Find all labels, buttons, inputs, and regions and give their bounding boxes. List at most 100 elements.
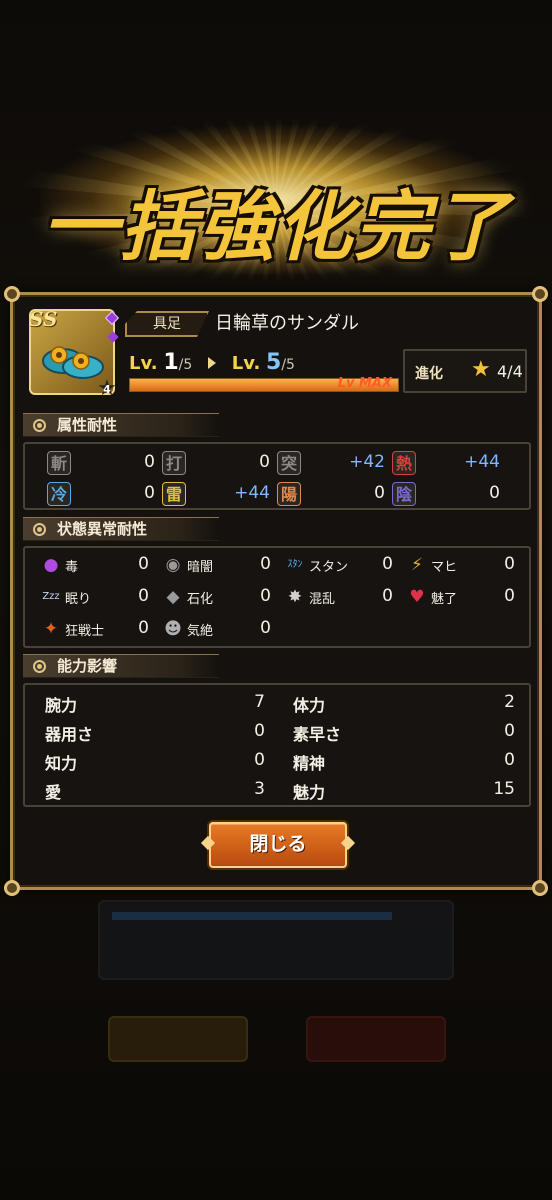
- attribute-resistance-header: 属性耐性: [23, 413, 219, 437]
- status-resistance-box: ● 毒 0 ◉ 暗闇 0 ｽﾀﾝ スタン 0 ⚡ マヒ 0 Zzz 眠り 0 ◆ 石化 0 ✸ 混乱 0 ♥ 魅了 0 ✦ 狂戦士…: [23, 546, 531, 648]
- sandal-icon: [42, 346, 104, 379]
- section-title: 属性耐性: [57, 416, 118, 434]
- ability-row: 知力 0 精神 0: [25, 746, 529, 775]
- attribute-value: 0: [259, 452, 270, 472]
- berserk-icon: ✦: [43, 619, 59, 639]
- evolution-label: 進化: [415, 366, 443, 382]
- status-resistance-cell: ☻ 気絶 0: [161, 616, 271, 642]
- status-value: 0: [138, 586, 149, 606]
- status-value: 0: [260, 554, 271, 574]
- item-icon[interactable]: SS ★ 4: [29, 307, 120, 401]
- section-title: 状態異常耐性: [57, 520, 148, 538]
- ability-value: 0: [254, 721, 265, 741]
- ability-value: 2: [504, 692, 515, 712]
- attribute-icon: 雷: [162, 482, 186, 506]
- attribute-resistance-cell: 熱 +44: [392, 450, 500, 476]
- ability-value: 3: [254, 779, 265, 799]
- poison-icon: ●: [43, 555, 59, 575]
- attribute-resistance-cell: 打0: [162, 450, 270, 476]
- banner-title: 一括強化完了: [42, 182, 510, 271]
- attribute-icon: 斬: [47, 451, 71, 475]
- ability-label: 知力: [45, 754, 78, 773]
- attribute-resistance-cell: 突 +42: [277, 450, 385, 476]
- status-resistance-cell: ｽﾀﾝ スタン 0: [283, 552, 394, 578]
- status-value: 0: [260, 618, 271, 638]
- status-resistance-cell: ⚡ マヒ 0: [405, 552, 515, 578]
- section-bullet-icon: [33, 660, 46, 673]
- section-bullet-icon: [33, 419, 46, 432]
- attribute-icon: 突: [277, 451, 301, 475]
- evolution-box: 進化 ★ 4/4: [403, 349, 527, 393]
- attribute-icon: 打: [162, 451, 186, 475]
- attribute-resistance-box: 斬 0 打 0 突 +42 熱 +44 冷 0 雷 +44 陽 0 陰 0: [23, 442, 531, 510]
- status-resistance-cell: ● 毒 0: [39, 552, 149, 578]
- gem-icon: [107, 331, 119, 343]
- ability-value: 0: [504, 750, 515, 770]
- background-confirm-button: [306, 1016, 446, 1062]
- attribute-resistance-cell: 陰0: [392, 481, 500, 507]
- equipment-type-tag: 具足: [125, 311, 209, 337]
- ability-label: 魅力: [293, 783, 326, 802]
- background-cancel-button: [108, 1016, 248, 1062]
- status-value: 0: [138, 554, 149, 574]
- status-resistance-cell: Zzz 眠り 0: [39, 584, 149, 610]
- level-before-max: /5: [178, 357, 193, 373]
- gem-icon: [104, 310, 120, 326]
- attribute-value: 0: [144, 483, 155, 503]
- ability-effect-header: 能力影響: [23, 654, 219, 678]
- status-label: 魅了: [431, 592, 458, 607]
- close-button[interactable]: 閉じる: [209, 822, 347, 868]
- status-label: スタン: [309, 560, 349, 575]
- attribute-resistance-cell: 斬0: [47, 450, 155, 476]
- item-name: 日輪草のサンダル: [215, 313, 359, 334]
- ability-label: 体力: [293, 696, 326, 715]
- level-label: Lv.: [129, 353, 158, 374]
- attribute-icon: 熱: [392, 451, 416, 475]
- status-resistance-header: 状態異常耐性: [23, 517, 219, 541]
- attribute-icon: 陽: [277, 482, 301, 506]
- ability-label: 素早さ: [293, 725, 342, 744]
- completion-banner: 一括強化完了: [0, 115, 552, 290]
- section-bullet-icon: [33, 523, 46, 536]
- status-label: 狂戦士: [65, 624, 105, 639]
- level-before: 1: [163, 350, 179, 375]
- ability-value: 0: [254, 750, 265, 770]
- status-resistance-cell: ◉ 暗闇 0: [161, 552, 271, 578]
- status-label: 眠り: [65, 592, 92, 607]
- status-label: 毒: [65, 560, 79, 575]
- status-value: 0: [382, 554, 393, 574]
- status-resistance-cell: ♥ 魅了 0: [405, 584, 515, 610]
- status-resistance-cell: ◆ 石化 0: [161, 584, 271, 610]
- ability-row: 愛 3 魅力 15: [25, 775, 529, 804]
- attribute-icon: 陰: [392, 482, 416, 506]
- ability-label: 愛: [45, 783, 62, 802]
- stun-icon: ｽﾀﾝ: [287, 559, 303, 570]
- level-after-max: /5: [281, 357, 295, 373]
- ability-row: 器用さ 0 素早さ 0: [25, 717, 529, 746]
- status-label: 混乱: [309, 592, 336, 607]
- status-resistance-cell: ✦ 狂戦士 0: [39, 616, 149, 642]
- petrify-icon: ◆: [166, 587, 180, 607]
- rank-badge: SS: [29, 307, 58, 331]
- level-line: Lv. 1/5 Lv. 5/5: [129, 350, 295, 375]
- status-value: 0: [504, 554, 515, 574]
- ability-row: 腕力 7 体力 2: [25, 688, 529, 717]
- ability-value: 15: [493, 779, 515, 799]
- star-icon: ★: [471, 357, 491, 382]
- confusion-icon: ✸: [287, 587, 303, 607]
- ability-value: 7: [254, 692, 265, 712]
- attribute-value: +44: [464, 452, 500, 472]
- ability-effect-box: 腕力 7 体力 2 器用さ 0 素早さ 0 知力 0 精神 0 愛 3 魅力 15: [23, 683, 531, 807]
- attribute-resistance-cell: 冷0: [47, 481, 155, 507]
- background-evolution-bar: [98, 900, 454, 980]
- level-after: 5: [266, 350, 282, 375]
- attribute-value: 0: [144, 452, 155, 472]
- status-label: 気絶: [187, 624, 214, 639]
- star-badge-icon: ★ 4: [97, 376, 117, 401]
- attribute-value: 0: [374, 483, 385, 503]
- faint-icon: ☻: [164, 619, 182, 639]
- status-value: 0: [260, 586, 271, 606]
- evolution-value: 4/4: [497, 362, 523, 381]
- status-label: マヒ: [431, 560, 458, 575]
- status-label: 暗闇: [187, 560, 214, 575]
